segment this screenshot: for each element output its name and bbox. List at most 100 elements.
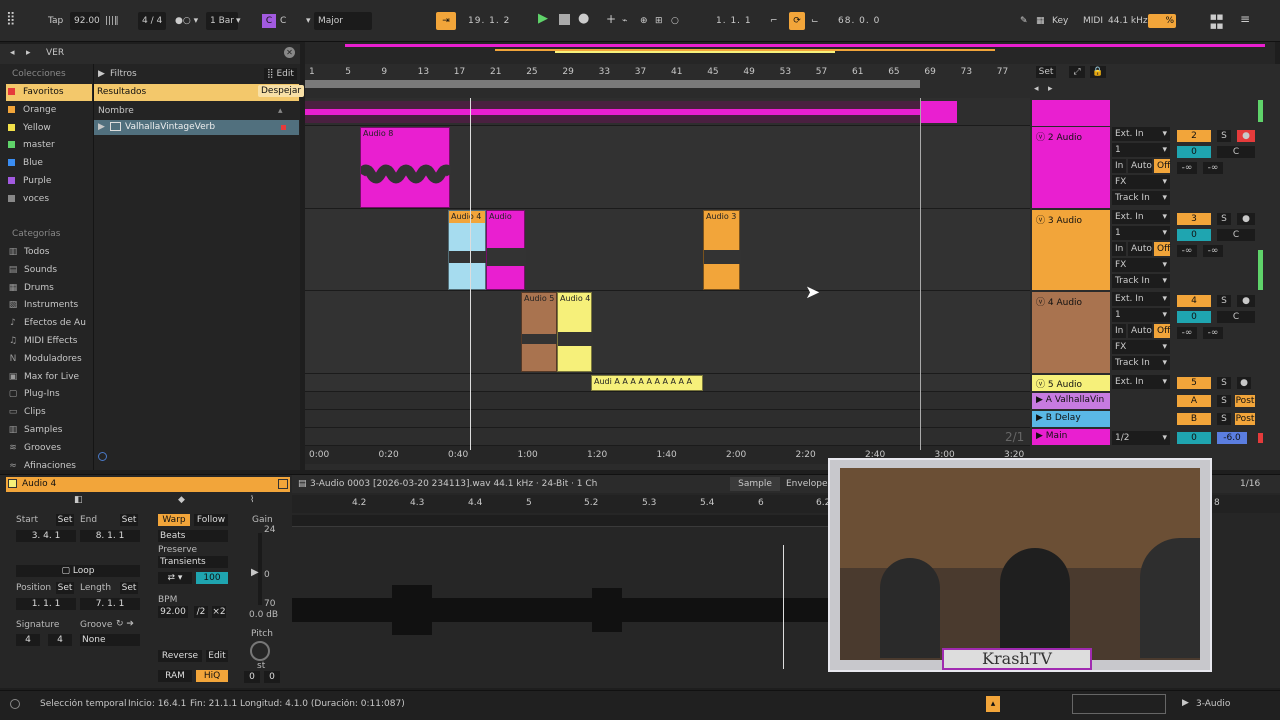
forward-icon[interactable]: ▸	[26, 48, 31, 58]
follow-button[interactable]: Follow	[194, 514, 228, 526]
expand-icon[interactable]: ▶	[98, 122, 105, 132]
monitor-in-button[interactable]: In	[1112, 324, 1126, 338]
clip-audio-4-b[interactable]: Audio 4	[557, 292, 593, 372]
category-item[interactable]: ≈ Afinaciones	[8, 458, 76, 475]
follow-button[interactable]: ⇥	[436, 12, 456, 30]
sample-tab[interactable]: Sample	[730, 477, 780, 491]
automation-arm-icon[interactable]: ⌁	[622, 12, 627, 30]
track-channel-select[interactable]: 1 ▾	[1112, 308, 1170, 322]
double-tempo-button[interactable]: ×2	[212, 606, 226, 618]
pan-field[interactable]: C	[1217, 311, 1255, 323]
overview-bar[interactable]	[305, 42, 1275, 64]
collection-item[interactable]: Purple	[8, 173, 51, 190]
metronome-icon[interactable]: |||‖	[105, 12, 119, 30]
fold-icon[interactable]: ⓥ	[1036, 380, 1045, 390]
session-record-icon[interactable]: ⊕	[640, 12, 648, 30]
return-a-number[interactable]: A	[1177, 395, 1211, 407]
warp-mode-select[interactable]: Beats	[158, 530, 228, 542]
track-in-select[interactable]: Track In ▾	[1112, 274, 1170, 288]
solo-button[interactable]: S	[1217, 130, 1231, 142]
loop-start-field[interactable]: 1. 1. 1	[716, 12, 752, 30]
fold-icon[interactable]: ▶	[1036, 431, 1043, 441]
track-header-3[interactable]: ⓥ 3 Audio	[1032, 210, 1110, 290]
monitor-in-button[interactable]: In	[1112, 159, 1126, 173]
fx-select[interactable]: FX ▾	[1112, 175, 1170, 189]
filters-label[interactable]: Filtros	[110, 69, 137, 79]
clip-color-swatch[interactable]	[8, 479, 17, 488]
category-item[interactable]: ▥ Samples	[8, 422, 63, 439]
solo-button[interactable]: S	[1217, 295, 1231, 307]
track-in-select[interactable]: Track In ▾	[1112, 356, 1170, 370]
send-b-field[interactable]: -∞	[1203, 327, 1223, 339]
clip-audio-5[interactable]: Audio 5	[521, 292, 558, 372]
main-lane[interactable]	[305, 428, 1030, 446]
clip-audio-small-group[interactable]: Audi A A A A A A A A A A	[591, 375, 703, 391]
start-field[interactable]: 3. 4. 1	[16, 530, 76, 542]
loop-length-field[interactable]: 68. 0. 0	[838, 12, 880, 30]
hiq-button[interactable]: HiQ	[196, 670, 228, 682]
clip-title-bar[interactable]: Audio 4	[6, 477, 290, 492]
tap-tempo-button[interactable]: Tap	[48, 12, 63, 30]
set-locator-button[interactable]: Set	[1036, 66, 1056, 78]
menu-icon[interactable]: ≡	[1240, 10, 1250, 28]
stop-icon[interactable]	[559, 14, 570, 25]
track-header-2[interactable]: ⓥ 2 Audio	[1032, 127, 1110, 208]
envelope-tab-icon[interactable]: ⌇	[250, 495, 254, 505]
send-a-field[interactable]: -∞	[1177, 245, 1197, 257]
track-number[interactable]: 3	[1177, 213, 1211, 225]
track-number[interactable]: 2	[1177, 130, 1211, 142]
pan-field[interactable]: C	[1217, 229, 1255, 241]
position-field[interactable]: 1. 1. 1	[16, 598, 76, 610]
category-item[interactable]: ▦ Drums	[8, 280, 54, 297]
length-field[interactable]: 7. 1. 1	[80, 598, 140, 610]
volume-field[interactable]: 0	[1177, 146, 1211, 158]
loop-toggle[interactable]: ▢ Loop	[16, 565, 140, 577]
signature-denominator[interactable]: 4	[48, 634, 72, 646]
lock-icon[interactable]: 🔒	[1090, 66, 1106, 78]
category-item[interactable]: ▤ Sounds	[8, 262, 57, 279]
solo-button[interactable]: S	[1217, 377, 1231, 389]
scale-select[interactable]: Major	[314, 12, 372, 30]
category-item[interactable]: ≋ Grooves	[8, 440, 61, 457]
track-input-select[interactable]: Ext. In ▾	[1112, 127, 1170, 141]
warp-button[interactable]: Warp	[158, 514, 190, 526]
volume-field[interactable]: 0	[1177, 311, 1211, 323]
position-set-button[interactable]: Set	[56, 582, 74, 594]
loop-mode-select[interactable]: ⇄ ▾	[158, 572, 192, 584]
draw-mode-icon[interactable]: ✎	[1020, 12, 1028, 30]
keyboard-icon[interactable]: ▦	[1036, 12, 1045, 30]
send-a-field[interactable]: -∞	[1177, 162, 1197, 174]
arm-icon[interactable]: ●	[1237, 213, 1255, 225]
filters-toggle-icon[interactable]: ▶	[98, 69, 105, 79]
key-root-select[interactable]: C	[280, 12, 286, 30]
volume-field[interactable]: 0	[1177, 229, 1211, 241]
pitch-fine-field[interactable]: 0	[264, 671, 280, 683]
pitch-knob[interactable]	[250, 641, 270, 661]
return-header-a[interactable]: ▶ A ValhallaVin	[1032, 393, 1110, 409]
ram-button[interactable]: RAM	[158, 670, 192, 682]
clip-audio-8[interactable]: Audio 8	[356, 127, 456, 208]
track-channel-select[interactable]: 1 ▾	[1112, 143, 1170, 157]
track-in-select[interactable]: Track In ▾	[1112, 191, 1170, 205]
half-tempo-button[interactable]: /2	[194, 606, 208, 618]
arm-icon[interactable]: ●	[1237, 295, 1255, 307]
loop-switch-icon[interactable]: ⟳	[789, 12, 805, 30]
search-input[interactable]: VER	[46, 48, 64, 58]
monitor-in-button[interactable]: In	[1112, 242, 1126, 256]
warp-marker-lane[interactable]	[292, 515, 828, 527]
punch-in-icon[interactable]: ⌐	[770, 12, 778, 30]
send-b-field[interactable]: -∞	[1203, 245, 1223, 257]
arm-icon[interactable]: ●	[1237, 377, 1251, 389]
clip-activator-icon[interactable]	[278, 479, 288, 489]
fold-icon[interactable]: ▶	[1036, 395, 1043, 405]
name-column-header[interactable]: Nombre	[98, 106, 134, 116]
track-input-select[interactable]: Ext. In ▾	[1112, 292, 1170, 306]
return-b-number[interactable]: B	[1177, 413, 1211, 425]
record-icon[interactable]: ●	[578, 10, 589, 28]
main-track-lane[interactable]	[305, 98, 1030, 126]
detail-toggle-icon[interactable]: ▴	[986, 696, 1000, 712]
gain-handle-icon[interactable]: ▶	[251, 567, 259, 578]
main-clip[interactable]	[920, 101, 957, 123]
clip-audio[interactable]: Audio	[486, 210, 526, 290]
post-button[interactable]: Post	[1235, 395, 1255, 407]
